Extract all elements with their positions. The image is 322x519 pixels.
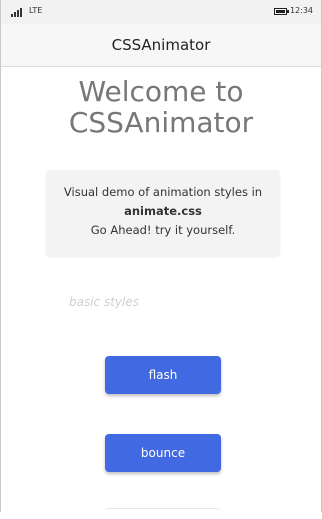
welcome-heading: Welcome to CSSAnimator <box>1 76 321 138</box>
network-type: LTE <box>29 6 43 15</box>
next-button-partial[interactable] <box>105 508 221 519</box>
status-bar: LTE 12:34 <box>1 0 321 24</box>
app-bar: CSSAnimator <box>1 24 321 67</box>
welcome-line-1: Welcome to <box>78 75 244 108</box>
app-title: CSSAnimator <box>111 36 211 54</box>
bounce-button[interactable]: bounce <box>105 434 221 472</box>
info-card: Visual demo of animation styles in anima… <box>46 170 280 256</box>
phone-screen: LTE 12:34 CSSAnimator Welcome to CSSAnim… <box>0 0 322 512</box>
battery-icon <box>274 8 289 15</box>
signal-icon <box>11 8 23 17</box>
info-line-3: Go Ahead! try it yourself. <box>90 223 236 237</box>
info-line-2: animate.css <box>124 204 202 218</box>
flash-button[interactable]: flash <box>105 356 221 394</box>
status-time: 12:34 <box>289 6 313 15</box>
welcome-line-2: CSSAnimator <box>68 106 254 139</box>
info-line-1: Visual demo of animation styles in <box>63 185 263 199</box>
section-label-basic-styles: basic styles <box>69 295 139 309</box>
